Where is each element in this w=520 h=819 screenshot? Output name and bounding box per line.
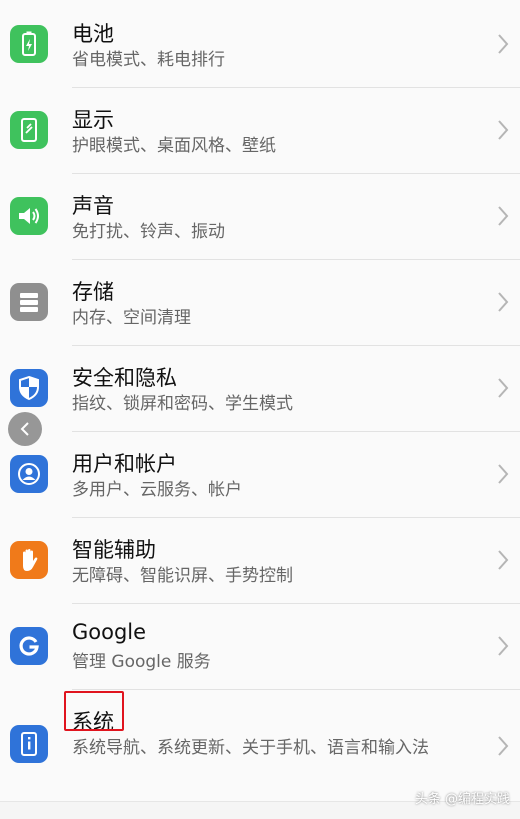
settings-item-subtitle: 免打扰、铃声、振动 xyxy=(72,222,225,242)
settings-item-title: 用户和帐户 xyxy=(72,452,177,476)
settings-item-title: 显示 xyxy=(72,108,114,132)
chevron-right-icon xyxy=(498,378,509,398)
google-icon xyxy=(10,627,48,665)
chevron-right-icon xyxy=(498,636,509,656)
settings-item-display[interactable]: 显示 护眼模式、桌面风格、壁纸 xyxy=(0,88,520,174)
settings-item-sound[interactable]: 声音 免打扰、铃声、振动 xyxy=(0,174,520,260)
settings-item-title: 电池 xyxy=(72,22,114,46)
settings-item-title: Google xyxy=(72,620,147,644)
settings-item-title: 存储 xyxy=(72,280,114,304)
settings-item-security[interactable]: 安全和隐私 指纹、锁屏和密码、学生模式 xyxy=(0,346,520,432)
storage-icon xyxy=(10,283,48,321)
settings-item-subtitle: 省电模式、耗电排行 xyxy=(72,50,225,70)
hand-icon xyxy=(10,541,48,579)
settings-item-title: 安全和隐私 xyxy=(72,366,177,390)
settings-item-battery[interactable]: 电池 省电模式、耗电排行 xyxy=(0,0,520,88)
battery-icon xyxy=(10,25,48,63)
settings-item-subtitle: 无障碍、智能识屏、手势控制 xyxy=(72,566,293,586)
settings-item-subtitle: 管理 Google 服务 xyxy=(72,652,211,672)
settings-item-storage[interactable]: 存储 内存、空间清理 xyxy=(0,260,520,346)
shield-icon xyxy=(10,369,48,407)
highlight-box xyxy=(64,691,124,731)
user-icon xyxy=(10,455,48,493)
chevron-right-icon xyxy=(498,736,509,756)
settings-item-subtitle: 指纹、锁屏和密码、学生模式 xyxy=(72,394,293,414)
settings-item-title: 声音 xyxy=(72,194,114,218)
chevron-right-icon xyxy=(498,550,509,570)
settings-item-users-accounts[interactable]: 用户和帐户 多用户、云服务、帐户 xyxy=(0,432,520,518)
settings-item-subtitle: 内存、空间清理 xyxy=(72,308,191,328)
system-info-icon xyxy=(10,725,48,763)
settings-item-google[interactable]: Google 管理 Google 服务 xyxy=(0,604,520,690)
chevron-right-icon xyxy=(498,120,509,140)
settings-item-subtitle: 系统导航、系统更新、关于手机、语言和输入法 xyxy=(72,738,429,758)
chevron-left-icon xyxy=(20,422,29,436)
settings-item-smart-assist[interactable]: 智能辅助 无障碍、智能识屏、手势控制 xyxy=(0,518,520,604)
watermark: 头条 @编程实践 xyxy=(414,792,510,807)
settings-item-subtitle: 多用户、云服务、帐户 xyxy=(72,480,242,500)
chevron-right-icon xyxy=(498,464,509,484)
floating-back-button[interactable] xyxy=(8,412,42,446)
chevron-right-icon xyxy=(498,34,509,54)
settings-item-title: 智能辅助 xyxy=(72,538,156,562)
display-icon xyxy=(10,111,48,149)
sound-icon xyxy=(10,197,48,235)
chevron-right-icon xyxy=(498,206,509,226)
settings-item-subtitle: 护眼模式、桌面风格、壁纸 xyxy=(72,136,276,156)
chevron-right-icon xyxy=(498,292,509,312)
